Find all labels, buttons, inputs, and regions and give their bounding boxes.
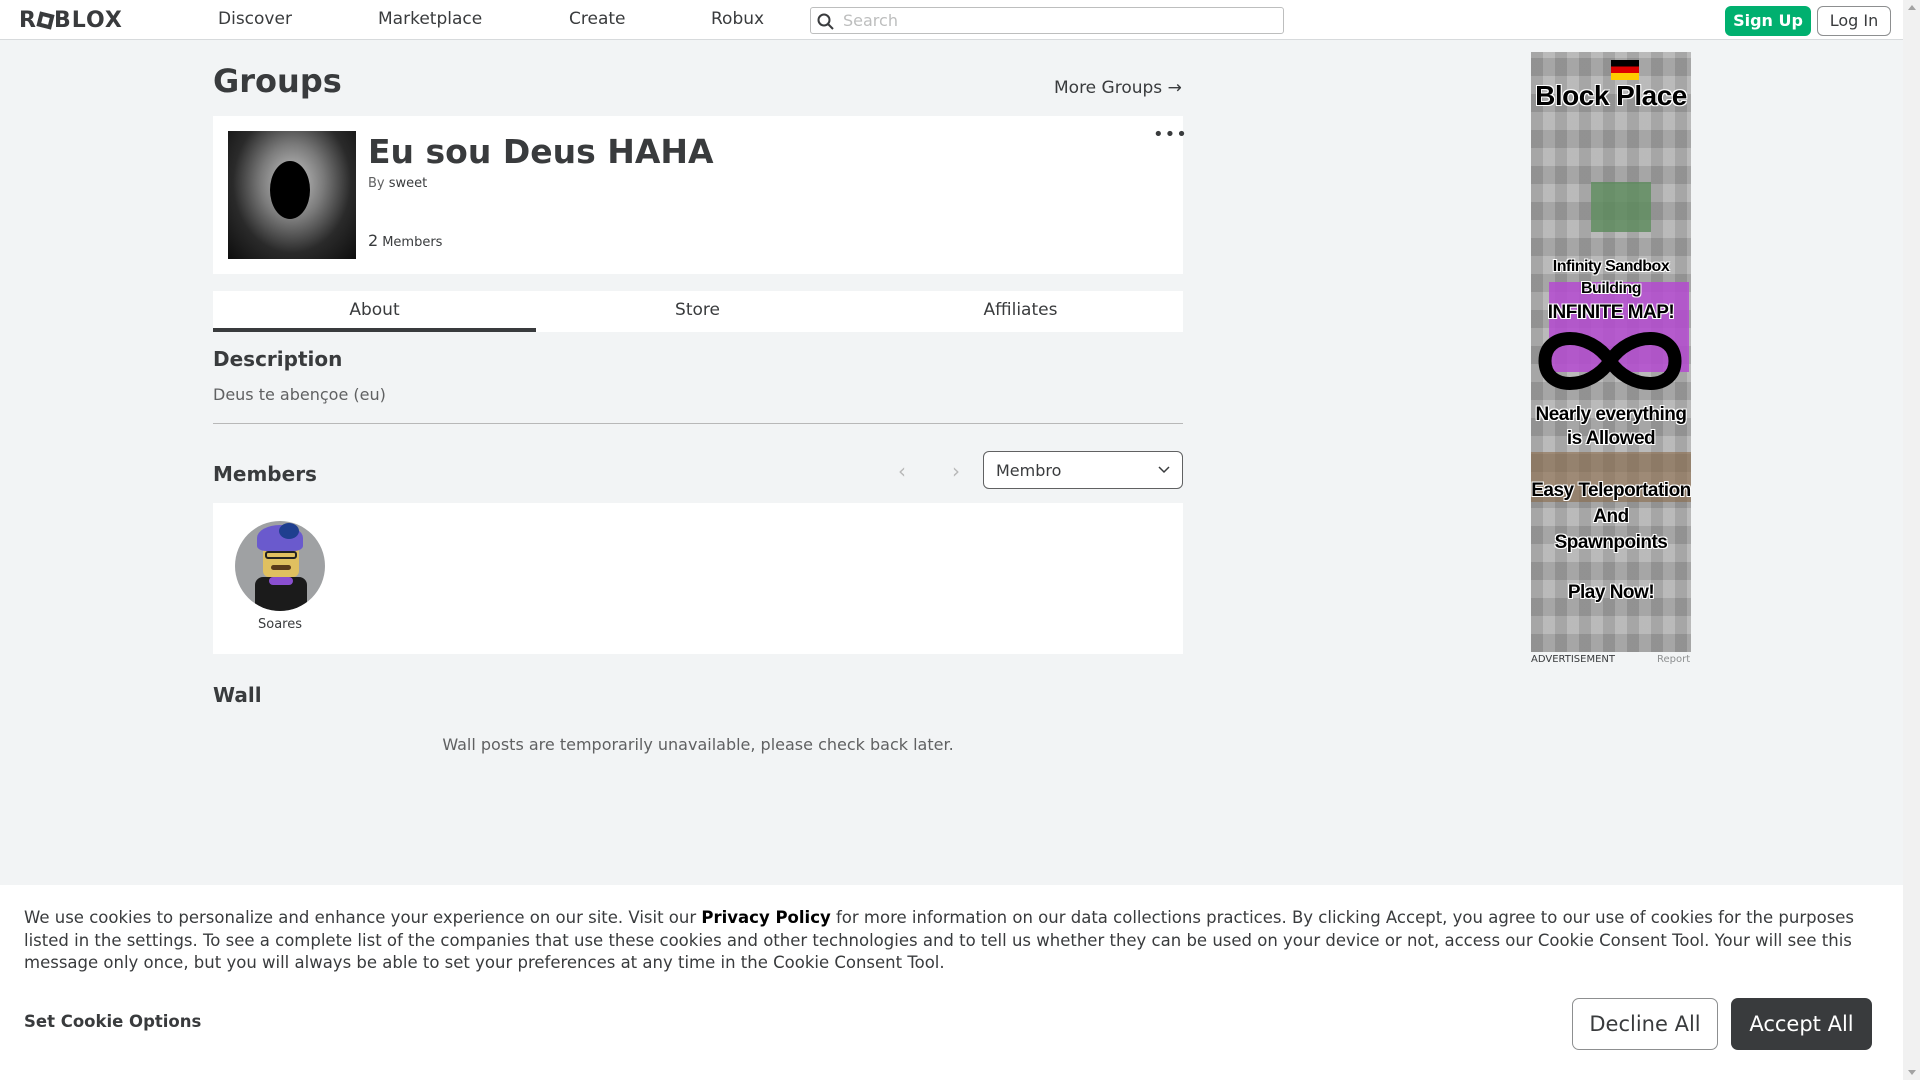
wall-unavailable-message: Wall posts are temporarily unavailable, … (442, 735, 954, 754)
nav-robux[interactable]: Robux (711, 9, 764, 29)
roblox-logo[interactable]: R BLOX (19, 8, 123, 33)
group-owner-link[interactable]: sweet (389, 176, 428, 191)
accept-all-button[interactable]: Accept All (1731, 998, 1872, 1050)
group-header-card: Eu sou Deus HAHA By sweet 2 Members ••• (213, 116, 1187, 274)
member-username[interactable]: Soares (235, 617, 325, 632)
tab-store[interactable]: Store (536, 291, 859, 332)
ad-line: And (1593, 506, 1629, 527)
role-dropdown[interactable]: Membro (983, 451, 1183, 489)
privacy-policy-link[interactable]: Privacy Policy (701, 908, 830, 927)
advertisement-banner[interactable]: Block Place Infinity Sandbox Building IN… (1531, 52, 1691, 652)
members-list: Soares (213, 503, 1183, 654)
cookie-text-before: We use cookies to personalize and enhanc… (24, 908, 702, 927)
chevron-right-icon[interactable]: › (952, 459, 960, 483)
tab-about[interactable]: About (213, 291, 536, 332)
ad-line: Nearly everything (1535, 404, 1687, 425)
infinity-icon (1538, 332, 1682, 390)
nav-marketplace[interactable]: Marketplace (378, 9, 482, 29)
cookie-banner: We use cookies to personalize and enhanc… (0, 885, 1903, 1080)
ad-cta: Play Now! (1567, 582, 1655, 603)
tab-affiliates[interactable]: Affiliates (859, 291, 1182, 332)
ad-line: Infinity Sandbox (1552, 258, 1670, 275)
member-count-label: Members (382, 235, 443, 250)
page-title: Groups (213, 62, 342, 100)
search-box[interactable] (810, 7, 1284, 34)
more-options-icon[interactable]: ••• (1153, 124, 1188, 145)
ad-title: Block Place (1535, 80, 1687, 111)
ad-line: Easy Teleportation (1531, 480, 1691, 501)
scroll-up-icon[interactable] (1908, 5, 1916, 10)
chevron-left-icon[interactable]: ‹ (898, 459, 906, 483)
ad-line: Spawnpoints (1554, 532, 1668, 553)
page-scrollbar[interactable] (1903, 0, 1920, 1080)
sign-up-button[interactable]: Sign Up (1725, 6, 1811, 36)
description-heading: Description (213, 347, 343, 371)
by-label: By (368, 176, 385, 191)
group-tabs: About Store Affiliates (213, 291, 1183, 332)
section-divider (213, 423, 1183, 424)
ad-line: Building (1581, 280, 1641, 297)
member-count-value: 2 (368, 231, 379, 250)
nav-create[interactable]: Create (569, 9, 626, 29)
role-dropdown-value: Membro (996, 461, 1062, 480)
group-emblem (228, 131, 356, 259)
log-in-button[interactable]: Log In (1817, 6, 1891, 36)
search-input[interactable] (843, 10, 1273, 31)
group-description: Deus te abençoe (eu) (213, 385, 386, 404)
search-icon (817, 13, 834, 30)
group-owner-line: By sweet (368, 176, 427, 191)
nav-discover[interactable]: Discover (218, 9, 292, 29)
members-heading: Members (213, 462, 317, 486)
chevron-down-icon (1158, 466, 1170, 474)
group-name: Eu sou Deus HAHA (368, 132, 714, 171)
scroll-down-icon[interactable] (1908, 1070, 1916, 1075)
ad-report-link[interactable]: Report (1657, 654, 1690, 665)
cookie-message: We use cookies to personalize and enhanc… (24, 907, 1884, 975)
more-groups-link[interactable]: More Groups → (1054, 78, 1182, 98)
wall-heading: Wall (213, 683, 262, 707)
decline-all-button[interactable]: Decline All (1572, 998, 1718, 1050)
avatar[interactable] (235, 521, 325, 611)
set-cookie-options-link[interactable]: Set Cookie Options (24, 1012, 201, 1031)
top-nav: R BLOX Discover Marketplace Create Robux … (0, 0, 1903, 40)
member-count: 2 Members (368, 231, 442, 250)
ad-label: ADVERTISEMENT (1531, 654, 1616, 665)
ad-line: INFINITE MAP! (1547, 302, 1675, 323)
ad-line: is Allowed (1566, 428, 1656, 449)
